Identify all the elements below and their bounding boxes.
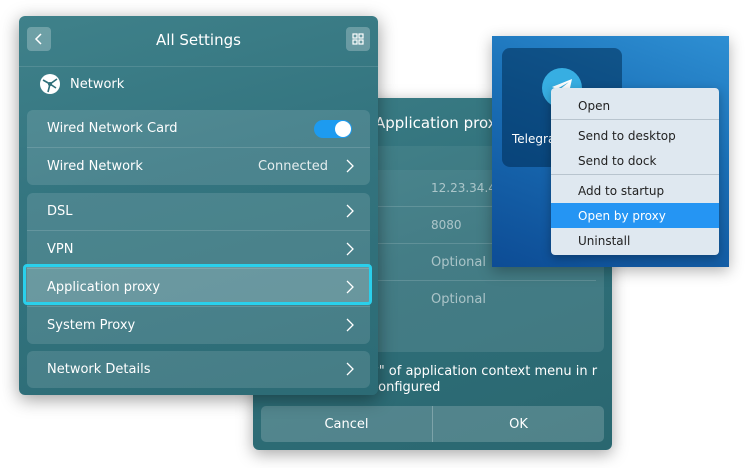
menu-item-open[interactable]: Open [551,93,719,118]
system-proxy-item[interactable]: System Proxy [27,306,370,344]
system-proxy-label: System Proxy [47,318,136,333]
menu-item-uninstall[interactable]: Uninstall [551,228,719,253]
settings-title: All Settings [156,31,241,49]
proxy-dialog-buttons: Cancel OK [261,406,604,442]
menu-item-send-to-desktop[interactable]: Send to desktop [551,123,719,148]
application-proxy-highlight [23,264,372,305]
dsl-label: DSL [47,204,73,219]
wired-network-card-item: Wired Network Card [27,110,370,147]
ok-button[interactable]: OK [432,406,604,442]
menu-item-open-by-proxy[interactable]: Open by proxy [551,203,719,228]
chevron-right-icon [346,159,354,173]
chevron-right-icon [346,242,354,256]
menu-item-send-to-dock[interactable]: Send to dock [551,148,719,173]
network-details-item[interactable]: Network Details [27,351,370,388]
network-section-header: Network [39,73,124,95]
vpn-item[interactable]: VPN [27,230,370,268]
proxy-password-placeholder: Optional [431,292,486,307]
details-group: Network Details [27,351,370,388]
menu-divider [551,119,719,120]
settings-window: All Settings Network Wired Network Card … [19,16,378,395]
cancel-button[interactable]: Cancel [261,406,432,442]
wired-network-card-toggle[interactable] [314,120,352,138]
proxy-port-value: 8080 [431,218,462,232]
wired-network-status: Connected [257,159,328,174]
network-globe-icon [40,74,60,94]
menu-item-add-to-startup[interactable]: Add to startup [551,178,719,203]
wired-network-item[interactable]: Wired Network Connected [27,147,370,185]
title-divider [19,66,378,67]
proxy-dialog-title: Application proxy [375,114,506,132]
network-section-title: Network [70,76,125,92]
network-details-label: Network Details [47,362,151,377]
chevron-right-icon [346,204,354,218]
context-menu: Open Send to desktop Send to dock Add to… [551,88,719,255]
menu-divider [551,174,719,175]
dsl-item[interactable]: DSL [27,193,370,230]
proxy-note: y" of application context menu in r conf… [371,364,598,395]
toggle-knob [335,121,351,137]
vpn-label: VPN [47,242,74,257]
proxy-username-placeholder: Optional [431,255,486,270]
grid-view-button[interactable] [346,27,370,51]
wired-network-card-label: Wired Network Card [47,121,178,136]
chevron-right-icon [346,318,354,332]
grid-icon [352,33,364,45]
wired-network-label: Wired Network [47,159,143,174]
telegram-app-label: Telegra [512,132,556,146]
wired-group: Wired Network Card Wired Network Connect… [27,110,370,185]
chevron-right-icon [346,362,354,376]
